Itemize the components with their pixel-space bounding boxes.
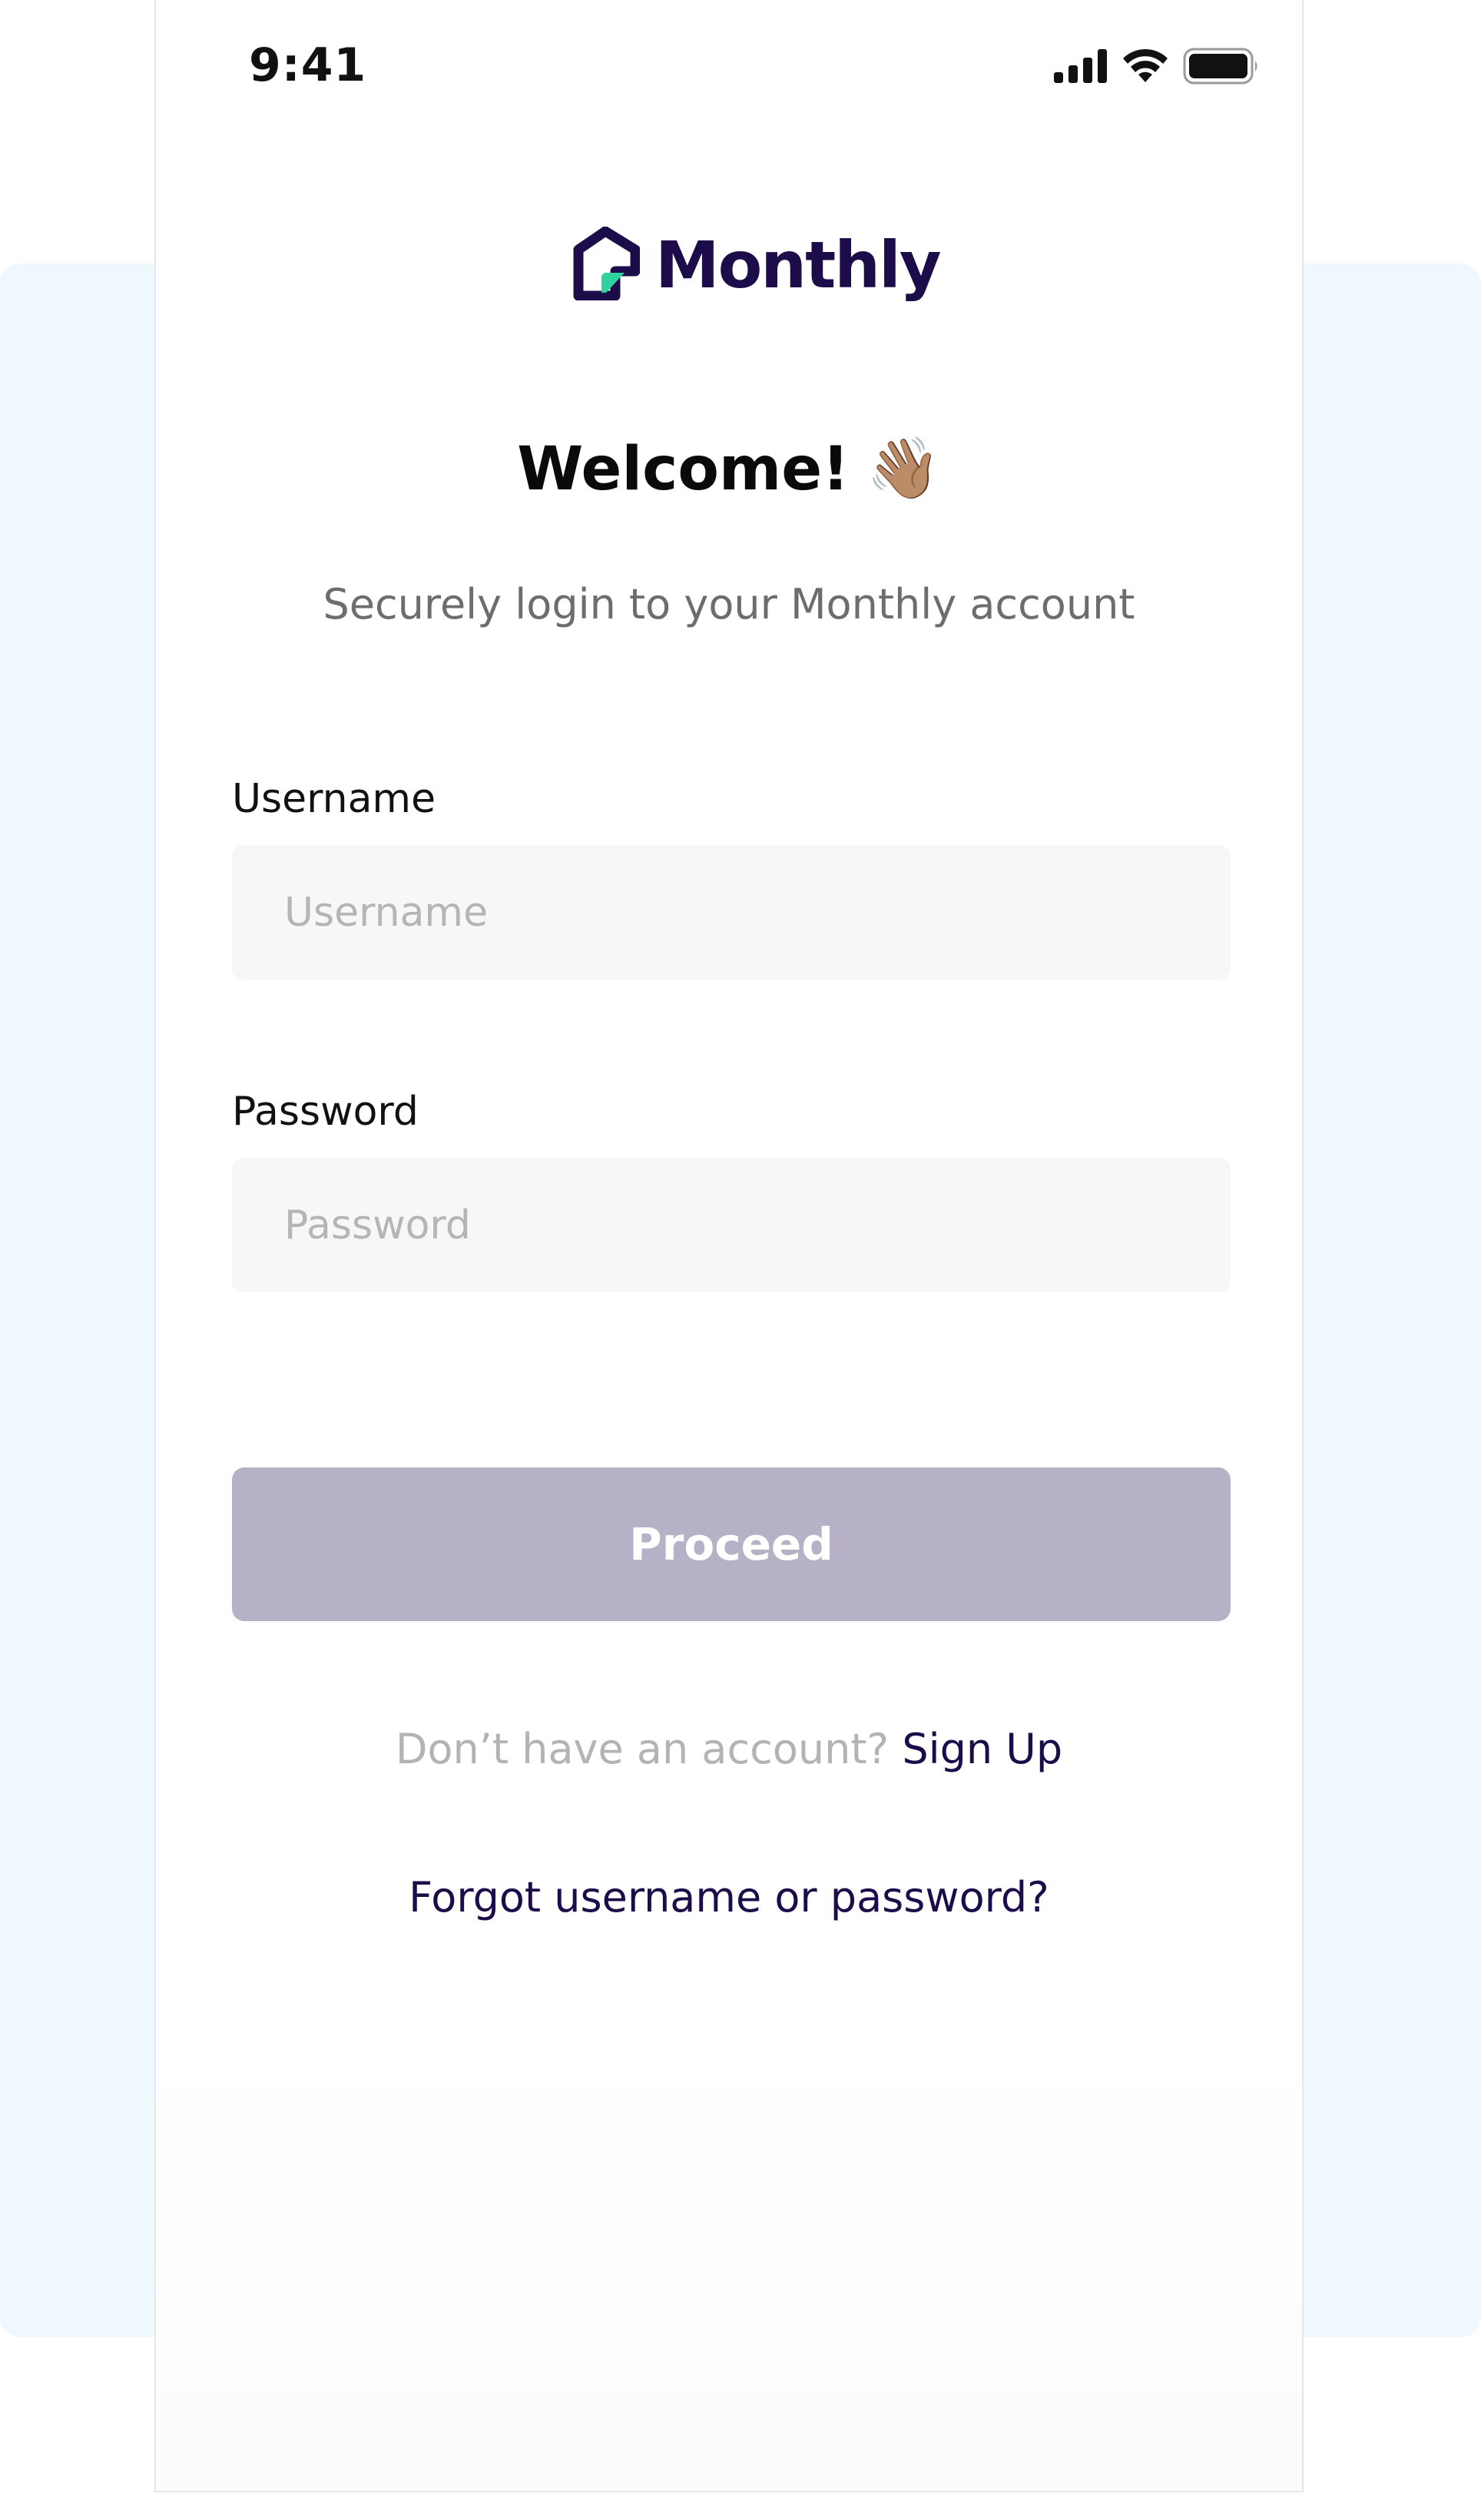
welcome-heading: Welcome! 👋🏽 [156,434,1302,504]
password-input[interactable] [232,1158,1231,1292]
username-input[interactable] [232,845,1231,980]
waving-hand-icon: 👋🏽 [866,434,941,503]
status-icons [1054,48,1260,88]
brand-logo: Monthly [571,226,942,303]
password-label: Password [232,1089,419,1135]
proceed-button[interactable]: Proceed [232,1467,1231,1621]
phone-screen: 9:41 Monthly Welcome! 👋🏽 Securely login … [154,0,1304,2492]
username-label: Username [232,776,436,822]
welcome-subtitle: Securely login to your Monthly account [323,580,1135,628]
signup-link[interactable]: Sign Up [902,1725,1062,1773]
welcome-title: Welcome! [517,434,850,504]
forgot-credentials-link[interactable]: Forgot username or password? [156,1873,1302,1922]
battery-icon [1183,48,1260,88]
house-logo-icon [571,226,641,303]
screen-bottom-fade [156,2030,1302,2491]
wifi-icon [1122,48,1169,87]
signup-prompt-text: Don’t have an account? [395,1725,903,1773]
signup-prompt-line: Don’t have an account? Sign Up [156,1725,1302,1773]
status-time: 9:41 [249,38,367,92]
cellular-signal-icon [1054,49,1108,86]
brand-name: Monthly [655,227,942,303]
